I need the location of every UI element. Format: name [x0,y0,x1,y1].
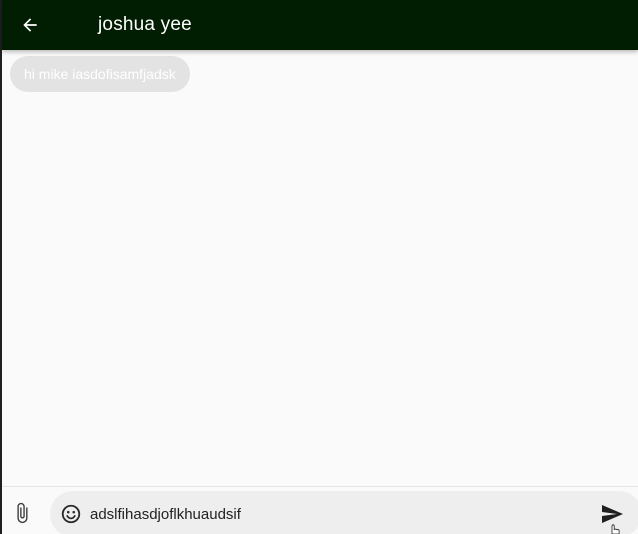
send-icon [602,505,623,523]
paperclip-icon [17,502,28,524]
message-input-container [50,491,638,534]
arrow-back-icon [23,18,37,32]
message-input[interactable] [90,503,550,525]
chat-screen: joshua yee hi mike iasdofisamfjadsk [0,0,638,534]
send-button[interactable] [598,500,626,528]
message-composer [2,486,638,534]
emoji-icon [61,504,81,524]
message-bubble-incoming: hi mike iasdofisamfjadsk [10,56,190,92]
message-list[interactable]: hi mike iasdofisamfjadsk [2,50,638,486]
emoji-button[interactable] [58,501,84,527]
back-button[interactable] [14,9,46,41]
attach-button[interactable] [8,499,36,527]
app-bar: joshua yee [2,0,638,50]
conversation-title: joshua yee [98,14,192,35]
